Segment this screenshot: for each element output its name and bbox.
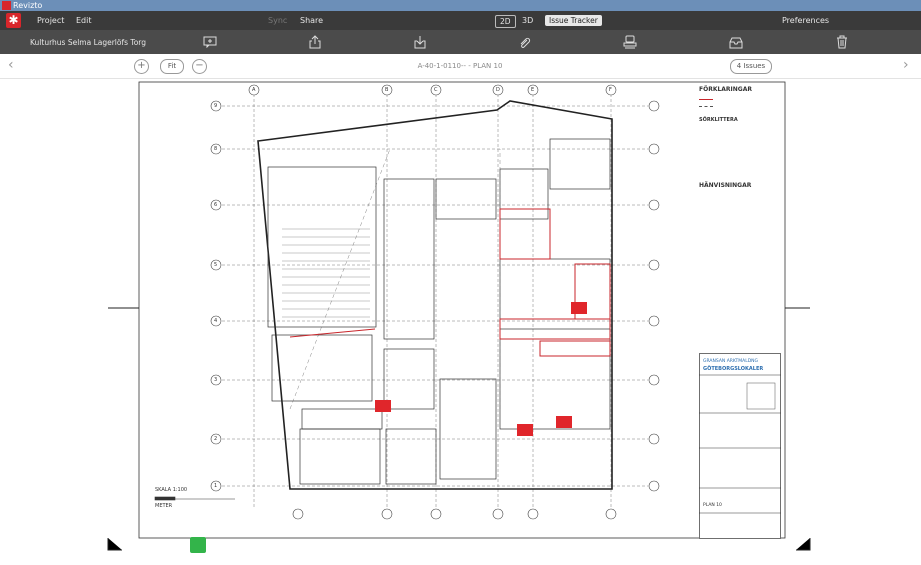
- attach-icon[interactable]: [516, 33, 534, 51]
- legend-title: FÖRKLARINGAR: [699, 86, 752, 93]
- share-up-icon[interactable]: [306, 33, 324, 51]
- menu-sync[interactable]: Sync: [268, 16, 287, 25]
- references-title: HÄNVISNINGAR: [699, 182, 752, 189]
- issue-marker[interactable]: [375, 400, 391, 412]
- zoom-in-button[interactable]: +: [134, 59, 149, 74]
- menu-edit[interactable]: Edit: [76, 16, 92, 25]
- zoom-out-button[interactable]: −: [192, 59, 207, 74]
- plan-label: PLAN 10: [703, 503, 722, 508]
- issue-marker[interactable]: [517, 424, 533, 436]
- next-sheet-icon[interactable]: ›: [903, 57, 909, 73]
- app-logo-icon: [2, 1, 11, 10]
- legend-dashed-line-icon: [699, 106, 713, 107]
- menu-bar: ✱ Project Edit Sync Share 2D 3D Issue Tr…: [0, 11, 921, 30]
- view-bar: ‹ + Fit − A-40-1-0110-- - PLAN 10 4 Issu…: [0, 54, 921, 79]
- project-name: Kulturhus Selma Lagerlöfs Torg: [30, 38, 147, 47]
- stamp-icon[interactable]: [621, 33, 639, 51]
- inbox-icon[interactable]: [727, 33, 745, 51]
- window-title: Revizto: [13, 1, 43, 10]
- issue-marker[interactable]: [571, 302, 587, 314]
- tab-issue-tracker[interactable]: Issue Tracker: [545, 15, 602, 26]
- title-block: GRANSAN ARKTMALDNG GÖTEBORGSLOKALER PLAN…: [699, 353, 781, 539]
- sheet-name: A-40-1-0110-- - PLAN 10: [417, 62, 503, 70]
- menu-preferences[interactable]: Preferences: [782, 16, 829, 25]
- download-icon[interactable]: [411, 33, 429, 51]
- menu-share[interactable]: Share: [300, 16, 323, 25]
- issue-marker[interactable]: [556, 416, 572, 428]
- window-titlebar: Revizto: [0, 0, 921, 11]
- issues-count-button[interactable]: 4 Issues: [730, 59, 772, 74]
- tab-2d[interactable]: 2D: [495, 15, 516, 28]
- tab-3d[interactable]: 3D: [522, 16, 533, 25]
- comment-add-icon[interactable]: [201, 33, 219, 51]
- revizto-logo-icon[interactable]: ✱: [6, 13, 21, 28]
- company-name: GRANSAN ARKTMALDNG: [703, 359, 759, 364]
- toolbar: Kulturhus Selma Lagerlöfs Torg: [0, 30, 921, 54]
- legend-red-line-icon: [699, 99, 713, 100]
- title-block-frame: [699, 353, 781, 539]
- legend-section-title: SÖRKLITTERA: [699, 117, 738, 123]
- client-name: GÖTEBORGSLOKALER: [703, 366, 764, 372]
- sync-status-icon[interactable]: [190, 537, 206, 553]
- fit-button[interactable]: Fit: [160, 59, 184, 74]
- trash-icon[interactable]: [833, 33, 851, 51]
- legend-panel: FÖRKLARINGAR SÖRKLITTERA HÄNVISNINGAR: [699, 87, 783, 189]
- previous-sheet-icon[interactable]: ‹: [8, 57, 14, 73]
- menu-project[interactable]: Project: [37, 16, 64, 25]
